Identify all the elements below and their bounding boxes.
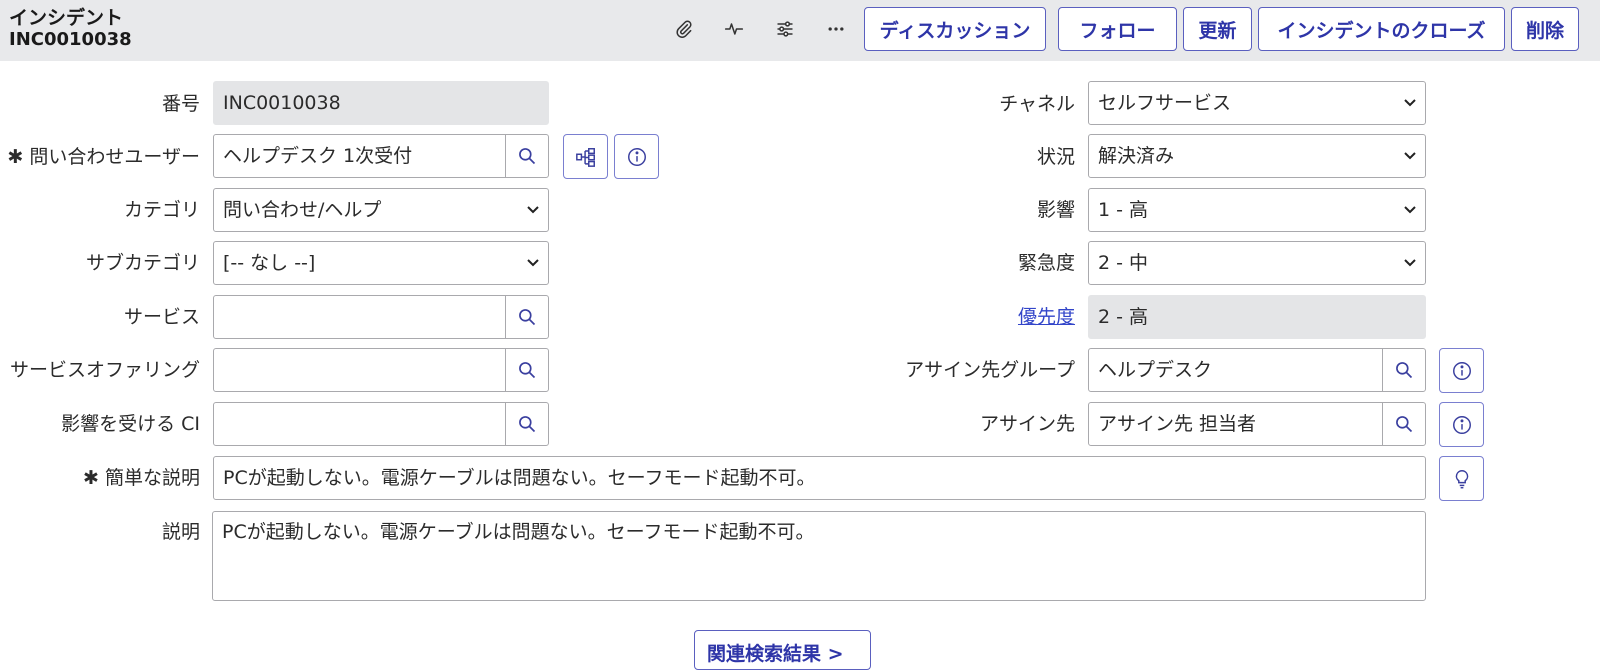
short-description-field[interactable]: PCが起動しない。電源ケーブルは問題ない。セーフモード起動不可。 [213, 456, 1426, 500]
category-label: カテゴリ [123, 199, 200, 221]
urgency-label: 緊急度 [1017, 252, 1075, 274]
priority-label[interactable]: 優先度 [1018, 295, 1075, 339]
channel-label: チャネル [999, 93, 1075, 115]
chevron-down-icon [1404, 259, 1416, 267]
caller-label: ✱ 問い合わせユーザー [7, 135, 200, 179]
assignment-group-value: ヘルプデスク [1098, 359, 1213, 381]
assigned-to-label: アサイン先 [979, 413, 1075, 435]
service-offering-label: サービスオファリング [9, 359, 200, 381]
assignment-group-field[interactable]: ヘルプデスク [1088, 348, 1426, 392]
search-icon[interactable] [505, 135, 548, 177]
more-icon[interactable] [822, 14, 850, 44]
number-label: 番号 [161, 93, 200, 115]
info-icon[interactable] [1439, 402, 1484, 447]
related-search-button[interactable]: 関連検索結果 > [694, 630, 871, 670]
paperclip-icon[interactable] [670, 14, 698, 44]
update-button[interactable]: 更新 [1183, 7, 1252, 51]
service-field[interactable] [213, 295, 549, 339]
service-label: サービス [123, 306, 200, 328]
search-icon[interactable] [505, 296, 548, 338]
info-icon[interactable] [614, 134, 659, 179]
urgency-value: 2 - 中 [1098, 252, 1149, 274]
required-mark: ✱ [7, 146, 24, 168]
search-icon[interactable] [505, 349, 548, 391]
page-title: インシデント [9, 7, 124, 29]
subcategory-value: [-- なし --] [223, 252, 316, 274]
affected-ci-field[interactable] [213, 402, 549, 446]
close-incident-button[interactable]: インシデントのクローズ [1258, 7, 1505, 51]
description-label: 説明 [161, 521, 200, 543]
hierarchy-icon[interactable] [563, 134, 608, 179]
info-icon[interactable] [1439, 348, 1484, 393]
chevron-down-icon [1404, 206, 1416, 214]
priority-link[interactable]: 優先度 [1018, 306, 1075, 328]
settings-sliders-icon[interactable] [771, 14, 799, 44]
channel-select[interactable]: セルフサービス [1088, 81, 1426, 125]
lightbulb-icon[interactable] [1439, 456, 1484, 501]
chevron-down-icon [1404, 152, 1416, 160]
caller-value: ヘルプデスク 1次受付 [223, 145, 413, 167]
impact-label: 影響 [1036, 199, 1075, 221]
search-icon[interactable] [1382, 349, 1425, 391]
chevron-down-icon [527, 206, 539, 214]
chevron-down-icon [1404, 99, 1416, 107]
search-icon[interactable] [505, 403, 548, 445]
assignment-group-label: アサイン先グループ [905, 359, 1075, 381]
category-value: 問い合わせ/ヘルプ [223, 199, 382, 221]
priority-field: 2 - 高 [1088, 295, 1426, 339]
service-offering-field[interactable] [213, 348, 549, 392]
impact-select[interactable]: 1 - 高 [1088, 188, 1426, 232]
state-value: 解決済み [1098, 145, 1175, 167]
category-select[interactable]: 問い合わせ/ヘルプ [213, 188, 549, 232]
caller-label-text: 問い合わせユーザー [29, 146, 200, 168]
subcategory-label: サブカテゴリ [85, 252, 200, 274]
state-label: 状況 [1036, 146, 1075, 168]
search-icon[interactable] [1382, 403, 1425, 445]
record-number: INC0010038 [9, 29, 132, 50]
form-header: インシデント INC0010038 ディスカッション フォロー 更新 インシデン… [0, 0, 1600, 61]
required-mark: ✱ [83, 467, 99, 489]
short-description-label: ✱ 簡単な説明 [83, 456, 200, 500]
assigned-to-value: アサイン先 担当者 [1098, 413, 1257, 435]
description-textarea[interactable]: PCが起動しない。電源ケーブルは問題ない。セーフモード起動不可。 [212, 511, 1426, 601]
chevron-down-icon [527, 259, 539, 267]
discussion-button[interactable]: ディスカッション [864, 7, 1046, 51]
channel-value: セルフサービス [1098, 92, 1232, 114]
short-description-label-text: 簡単な説明 [104, 467, 200, 489]
state-select[interactable]: 解決済み [1088, 134, 1426, 178]
caller-field[interactable]: ヘルプデスク 1次受付 [213, 134, 549, 178]
assigned-to-field[interactable]: アサイン先 担当者 [1088, 402, 1426, 446]
number-field: INC0010038 [213, 81, 549, 125]
subcategory-select[interactable]: [-- なし --] [213, 241, 549, 285]
urgency-select[interactable]: 2 - 中 [1088, 241, 1426, 285]
impact-value: 1 - 高 [1098, 199, 1149, 221]
follow-button[interactable]: フォロー [1058, 7, 1177, 51]
delete-button[interactable]: 削除 [1511, 7, 1579, 51]
activity-icon[interactable] [720, 14, 748, 44]
affected-ci-label: 影響を受ける CI [61, 413, 200, 435]
